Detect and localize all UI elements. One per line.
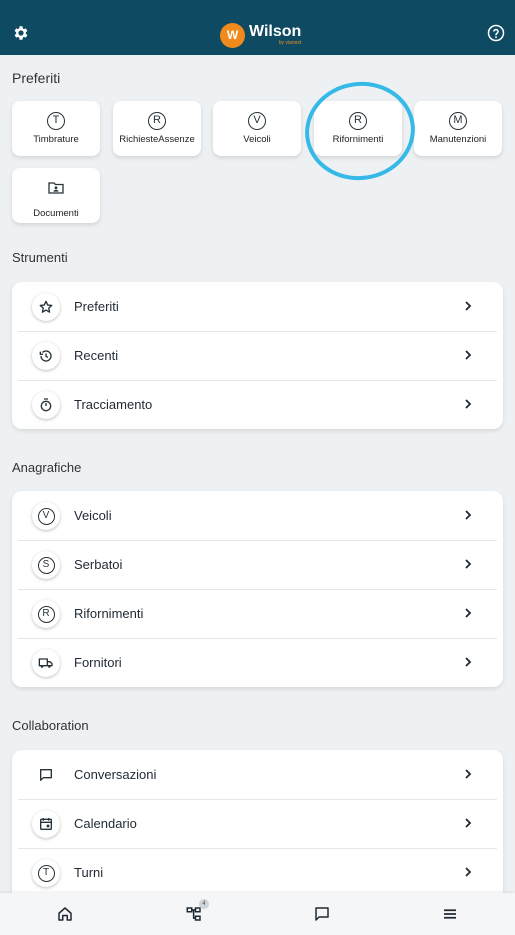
- list-item-label: Conversazioni: [74, 767, 157, 782]
- favorite-timbrature[interactable]: T Timbrature: [12, 101, 100, 156]
- favorite-label: Veicoli: [243, 134, 271, 145]
- circled-v-icon: V: [32, 502, 60, 530]
- truck-icon: [32, 649, 60, 677]
- favorite-label: Manutenzioni: [429, 134, 487, 145]
- list-item-label: Serbatoi: [74, 557, 123, 572]
- chevron-right-icon: [465, 559, 472, 569]
- list-item-serbatoi[interactable]: S Serbatoi: [12, 540, 503, 589]
- circled-t-icon: T: [47, 112, 65, 130]
- favorites-title: Preferiti: [12, 70, 61, 86]
- list-item-preferiti[interactable]: Preferiti: [12, 282, 503, 331]
- circled-v-icon: V: [248, 112, 266, 130]
- app-byline: by vianext: [278, 40, 302, 46]
- circled-s-icon: S: [32, 551, 60, 579]
- tools-list: Preferiti Recenti Tracciamento: [12, 282, 503, 429]
- calendar-icon: [32, 810, 60, 838]
- registry-list: V Veicoli S Serbatoi R Rifornimenti Forn…: [12, 491, 503, 687]
- favorite-label: Timbrature: [33, 134, 79, 145]
- icon-letter: S: [37, 556, 55, 574]
- circled-r-icon: R: [349, 112, 367, 130]
- star-icon: [32, 293, 60, 321]
- app-name: Wilson: [249, 23, 302, 40]
- list-item-calendario[interactable]: Calendario: [12, 799, 503, 848]
- list-item-rifornimenti[interactable]: R Rifornimenti: [12, 589, 503, 638]
- help-icon[interactable]: [487, 24, 505, 42]
- chevron-right-icon: [465, 399, 472, 409]
- notification-badge: 4: [199, 899, 209, 909]
- list-item-turni[interactable]: T Turni: [12, 848, 503, 893]
- home-icon[interactable]: [56, 905, 74, 923]
- tools-title: Strumenti: [12, 250, 68, 265]
- favorite-label: Rifornimenti: [332, 134, 384, 145]
- favorite-manutenzioni[interactable]: M Manutenzioni: [414, 101, 502, 156]
- list-item-label: Fornitori: [74, 655, 122, 670]
- top-bar: W Wilson by vianext: [0, 0, 515, 55]
- favorite-documenti[interactable]: Documenti: [12, 168, 100, 223]
- app-logo: W Wilson by vianext: [220, 21, 301, 49]
- favorite-veicoli[interactable]: V Veicoli: [213, 101, 301, 156]
- icon-letter: V: [37, 507, 55, 525]
- list-item-tracciamento[interactable]: Tracciamento: [12, 380, 503, 429]
- chevron-right-icon: [465, 769, 472, 779]
- chevron-right-icon: [465, 608, 472, 618]
- list-item-label: Veicoli: [74, 508, 112, 523]
- list-item-label: Rifornimenti: [74, 606, 144, 621]
- favorite-label: Documenti: [33, 208, 79, 219]
- logo-mark: W: [220, 22, 245, 48]
- bottom-nav: [0, 893, 515, 935]
- collaboration-title: Collaboration: [12, 718, 89, 733]
- circled-m-icon: M: [449, 112, 467, 130]
- circled-t-icon: T: [32, 859, 60, 887]
- list-item-label: Turni: [74, 865, 104, 880]
- list-item-label: Recenti: [74, 348, 119, 363]
- icon-letter: T: [37, 864, 55, 882]
- list-item-conversazioni[interactable]: Conversazioni: [12, 750, 503, 799]
- chevron-right-icon: [465, 867, 472, 877]
- favorite-label: RichiesteAssenze: [119, 134, 195, 145]
- chevron-right-icon: [465, 510, 472, 520]
- chevron-right-icon: [465, 350, 472, 360]
- chevron-right-icon: [465, 818, 472, 828]
- list-item-fornitori[interactable]: Fornitori: [12, 638, 503, 687]
- favorite-rifornimenti[interactable]: R Rifornimenti: [314, 101, 402, 156]
- stopwatch-icon: [32, 391, 60, 419]
- menu-icon[interactable]: [441, 905, 459, 923]
- circled-r-icon: R: [148, 112, 166, 130]
- list-item-label: Preferiti: [74, 299, 119, 314]
- chat-icon: [32, 761, 60, 789]
- registry-title: Anagrafiche: [12, 460, 82, 475]
- circled-r-icon: R: [32, 600, 60, 628]
- chevron-right-icon: [465, 657, 472, 667]
- gear-icon[interactable]: [12, 24, 30, 42]
- list-item-label: Calendario: [74, 816, 137, 831]
- folder-account-icon: [48, 182, 64, 194]
- list-item-veicoli[interactable]: V Veicoli: [12, 491, 503, 540]
- collaboration-list: Conversazioni Calendario T Turni: [12, 750, 503, 893]
- chat-icon[interactable]: [313, 905, 331, 923]
- chevron-right-icon: [465, 301, 472, 311]
- history-icon: [32, 342, 60, 370]
- favorite-richiesteassenze[interactable]: R RichiesteAssenze: [113, 101, 201, 156]
- icon-letter: R: [37, 605, 55, 623]
- list-item-label: Tracciamento: [74, 397, 153, 412]
- list-item-recenti[interactable]: Recenti: [12, 331, 503, 380]
